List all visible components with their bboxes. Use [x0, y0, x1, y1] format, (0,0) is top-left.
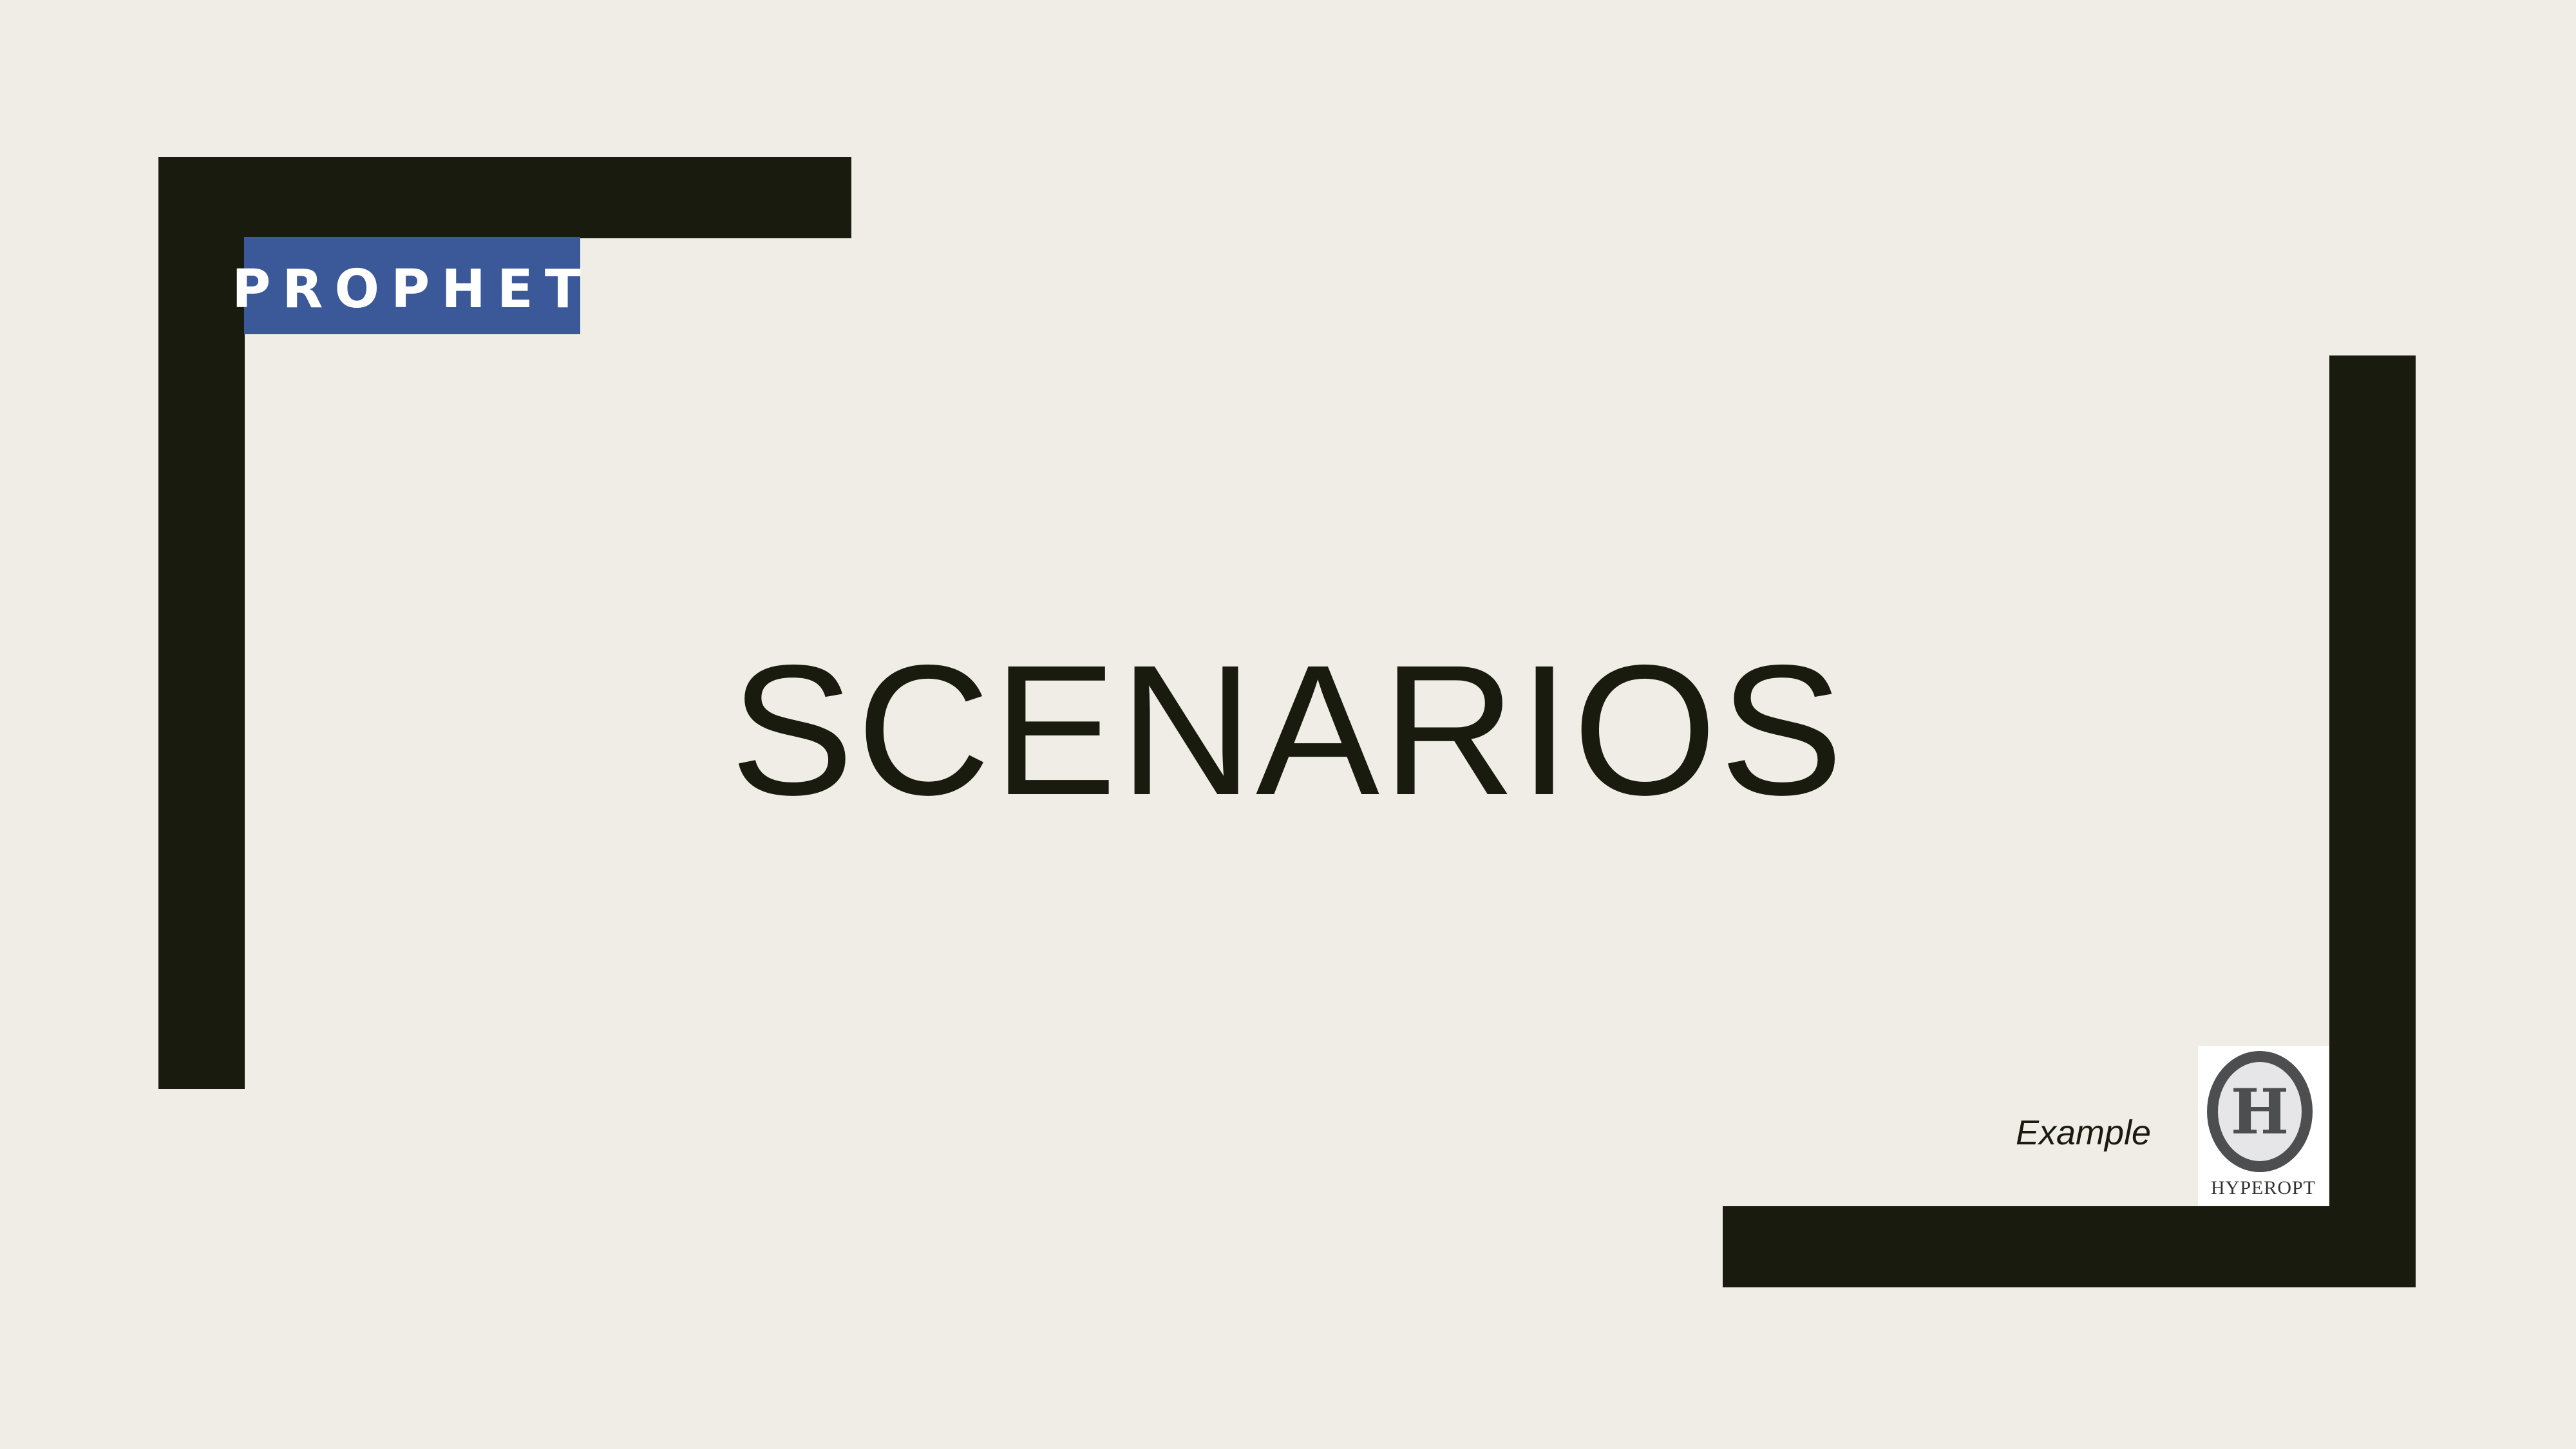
prophet-logo-text: PROPHET — [232, 258, 592, 320]
prophet-logo: PROPHET — [232, 237, 581, 334]
hyperopt-letter: H — [2230, 1075, 2289, 1148]
slide-title: SCENARIOS — [730, 627, 1846, 834]
corner-bracket-bottom-right-horizontal — [1723, 1206, 2416, 1287]
hyperopt-logo: H HYPEROPT — [2198, 1046, 2329, 1206]
example-label: Example — [2016, 1113, 2152, 1152]
corner-bracket-top-left-horizontal — [158, 157, 851, 238]
hyperopt-logo-text: HYPEROPT — [2210, 1177, 2316, 1198]
slide: PROPHET SCENARIOS Example H HYPEROPT — [0, 0, 2576, 1449]
